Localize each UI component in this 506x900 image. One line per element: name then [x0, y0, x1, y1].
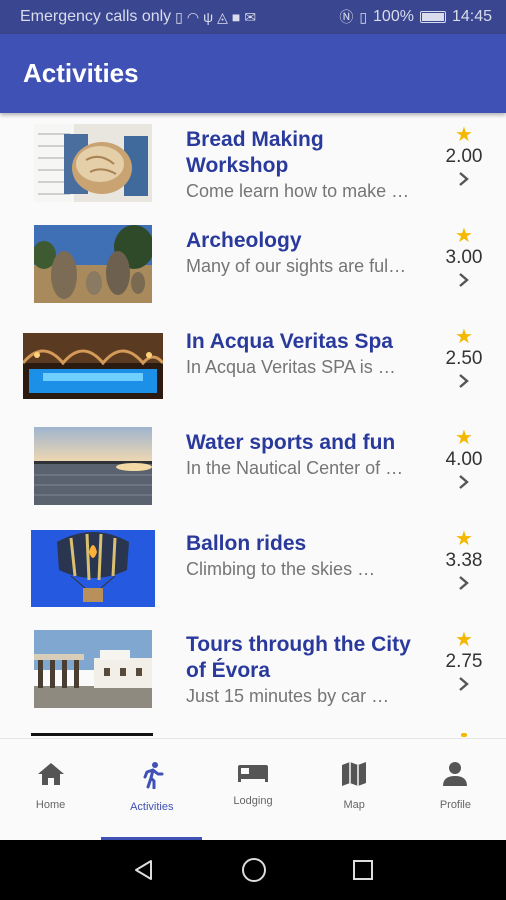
rating-value: 3.38	[445, 550, 483, 571]
location-icon: ◬	[217, 8, 228, 25]
run-icon	[143, 762, 164, 789]
list-item[interactable]: Tours through the City of Évora Just 15 …	[0, 618, 506, 719]
activity-rating: ★ 2.75	[436, 630, 492, 692]
next-item-thumb-edge	[31, 733, 153, 736]
recents-icon[interactable]	[352, 859, 374, 881]
activity-title: Bread Making Workshop	[186, 128, 324, 177]
balloon-photo	[31, 530, 155, 607]
bread-photo	[34, 124, 152, 202]
person-icon	[443, 762, 468, 786]
activity-rating: ★ 4.00	[436, 428, 492, 490]
video-icon: ■	[231, 9, 241, 25]
activity-info: Bread Making Workshop Come learn how to …	[186, 127, 426, 203]
activity-description: Just 15 minutes by car …	[186, 686, 390, 706]
rating-value: 2.00	[445, 146, 483, 167]
activity-title: Water sports and fun	[186, 431, 396, 454]
nfc-icon: Ⓝ	[339, 9, 354, 25]
star-icon: ★	[455, 225, 473, 247]
nav-label: Home	[35, 799, 66, 811]
bed-icon	[238, 765, 268, 782]
notification-icon: ▯	[175, 8, 183, 25]
evora-photo	[34, 630, 152, 708]
chevron-right-icon[interactable]	[457, 373, 471, 389]
carrier-text: Emergency calls only	[20, 8, 172, 25]
list-item[interactable]: Bread Making Workshop Come learn how to …	[0, 113, 506, 214]
chevron-right-icon[interactable]	[457, 676, 471, 692]
map-icon	[342, 762, 367, 786]
activity-description: Come learn how to make …	[186, 181, 410, 201]
status-bar: Emergency calls only ▯ ◠ ψ ◬ ■ ✉ Ⓝ ▯ 100…	[0, 0, 506, 34]
activity-description: Many of our sights are ful…	[186, 256, 407, 276]
nav-label: Profile	[439, 799, 471, 811]
list-item[interactable]: Archeology Many of our sights are ful… ★…	[0, 214, 506, 315]
vibrate-icon: ▯	[359, 8, 368, 25]
list-item[interactable]: In Acqua Veritas Spa In Acqua Veritas SP…	[0, 315, 506, 416]
back-icon[interactable]	[132, 858, 156, 882]
activity-description: In Acqua Veritas SPA is …	[186, 357, 396, 377]
nav-lodging[interactable]: Lodging	[202, 739, 303, 840]
nav-home[interactable]: Home	[0, 739, 101, 840]
activity-title: Ballon rides	[186, 532, 307, 555]
activity-rating: ★ 3.00	[436, 226, 492, 288]
activity-title: Archeology	[186, 229, 302, 252]
rating-value: 4.00	[445, 449, 483, 470]
home-icon	[37, 763, 64, 785]
next-item-star-edge	[461, 733, 467, 737]
star-icon: ★	[455, 528, 473, 550]
activity-info: Archeology Many of our sights are ful…	[186, 228, 426, 278]
rating-value: 3.00	[445, 247, 483, 268]
activity-list[interactable]: Bread Making Workshop Come learn how to …	[0, 113, 506, 738]
nav-activities[interactable]: Activities	[101, 739, 203, 840]
list-item[interactable]: Water sports and fun In the Nautical Cen…	[0, 416, 506, 517]
lake-photo	[34, 427, 152, 505]
star-icon: ★	[455, 427, 473, 449]
battery-text: 100%	[373, 8, 414, 25]
clock: 14:45	[451, 8, 492, 25]
nav-profile[interactable]: Profile	[405, 739, 506, 840]
star-icon: ★	[455, 124, 473, 146]
rating-value: 2.50	[445, 348, 483, 369]
nav-label: Map	[343, 799, 365, 811]
bottom-navigation: Home Activities Lodging Map Profile	[0, 738, 506, 840]
activity-title: Tours through the City of Évora	[186, 633, 411, 682]
activity-rating: ★ 2.50	[436, 327, 492, 389]
star-icon: ★	[455, 326, 473, 348]
activity-description: In the Nautical Center of …	[186, 458, 404, 478]
system-navigation-bar	[0, 840, 506, 900]
star-icon: ★	[455, 629, 473, 651]
list-item[interactable]: Ballon rides Climbing to the skies … ★ 3…	[0, 517, 506, 618]
activity-rating: ★ 3.38	[436, 529, 492, 591]
nav-label: Lodging	[233, 795, 273, 807]
activity-info: Water sports and fun In the Nautical Cen…	[186, 430, 426, 480]
activity-info: In Acqua Veritas Spa In Acqua Veritas SP…	[186, 329, 426, 379]
spa-photo	[23, 333, 163, 399]
rating-value: 2.75	[445, 651, 483, 672]
activity-description: Climbing to the skies …	[186, 559, 376, 579]
chevron-right-icon[interactable]	[457, 272, 471, 288]
page-title: Activities	[23, 58, 139, 88]
chevron-right-icon[interactable]	[457, 575, 471, 591]
megaliths-photo	[34, 225, 152, 303]
home-circle-icon[interactable]	[241, 857, 267, 883]
activity-info: Tours through the City of Évora Just 15 …	[186, 632, 426, 708]
activity-rating: ★ 2.00	[436, 125, 492, 187]
battery-icon	[419, 11, 446, 23]
chevron-right-icon[interactable]	[457, 474, 471, 490]
usb-icon: ψ	[203, 9, 214, 25]
chevron-right-icon[interactable]	[457, 171, 471, 187]
activity-title: In Acqua Veritas Spa	[186, 330, 393, 353]
activity-info: Ballon rides Climbing to the skies …	[186, 531, 426, 581]
nav-map[interactable]: Map	[304, 739, 405, 840]
mail-icon: ✉	[244, 8, 257, 25]
nav-label: Activities	[130, 801, 174, 813]
wifi-icon: ◠	[186, 8, 200, 25]
app-bar: Activities	[0, 34, 506, 113]
